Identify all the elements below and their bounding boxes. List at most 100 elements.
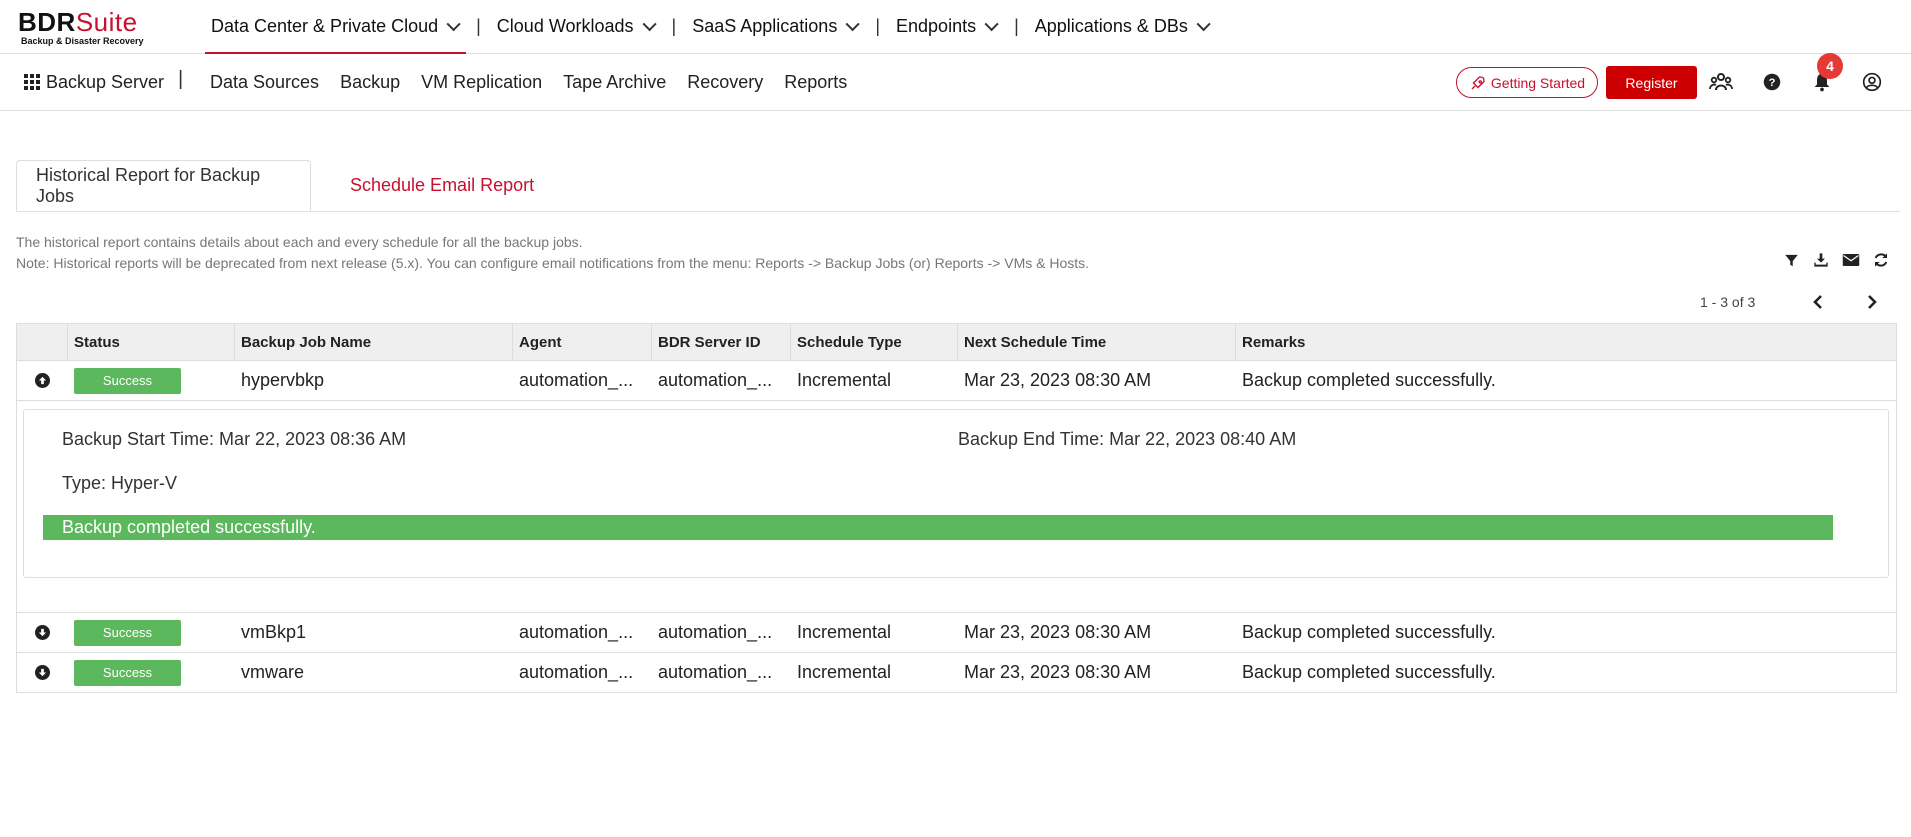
nav-label: Data Center & Private Cloud (211, 16, 439, 36)
note-line-1: The historical report contains details a… (16, 234, 583, 250)
nav-data-center[interactable]: Data Center & Private Cloud (205, 0, 467, 54)
nav-label: Cloud Workloads (496, 16, 634, 36)
column-header-agent[interactable]: Agent (513, 324, 652, 360)
status-badge: Success (74, 619, 181, 646)
backup-details: Backup Start Time: Mar 22, 2023 08:36 AM… (23, 409, 1889, 578)
bdrsuite-logo[interactable]: BDRSuite Backup & Disaster Recovery (18, 9, 144, 46)
subnav-data-sources[interactable]: Data Sources (210, 72, 319, 93)
chevron-down-icon (446, 16, 461, 31)
app-launcher[interactable]: Backup Server (24, 54, 164, 110)
table-row[interactable]: Success vmware automation_... automation… (17, 653, 1896, 692)
help-icon[interactable]: ? (1760, 70, 1784, 94)
module-separator: | (178, 68, 184, 90)
backup-start-time: Backup Start Time: Mar 22, 2023 08:36 AM (62, 429, 407, 449)
module-nav: Data Sources Backup VM Replication Tape … (210, 54, 868, 110)
column-header-schedule-type[interactable]: Schedule Type (791, 324, 958, 360)
product-nav: Data Center & Private Cloud | Cloud Work… (205, 0, 1216, 54)
nav-separator: | (671, 16, 677, 36)
job-name-cell: vmBkp1 (241, 622, 307, 642)
logo-brand-part1: BDR (18, 7, 76, 37)
logo-brand-part2: Suite (75, 7, 138, 37)
table-row[interactable]: Success vmBkp1 automation_... automation… (17, 613, 1896, 653)
schedule-type-cell: Incremental (797, 622, 892, 642)
success-message-bar: Backup completed successfully. (43, 515, 1833, 540)
nav-saas-applications[interactable]: SaaS Applications (686, 0, 865, 53)
agent-cell: automation_... (519, 622, 634, 642)
module-bar: Backup Server | Data Sources Backup VM R… (0, 54, 1911, 111)
column-header-remarks[interactable]: Remarks (1236, 324, 1896, 360)
server-id-cell: automation_... (658, 662, 773, 682)
remarks-cell: Backup completed successfully. (1242, 662, 1496, 682)
server-id-cell: automation_... (658, 622, 773, 642)
pagination-label: 1 - 3 of 3 (1700, 294, 1756, 310)
note-line-2: Note: Historical reports will be depreca… (16, 255, 1090, 271)
nav-label: Endpoints (896, 16, 977, 36)
filter-icon[interactable] (1781, 250, 1801, 270)
download-icon[interactable] (1811, 250, 1831, 270)
column-header-next-schedule[interactable]: Next Schedule Time (958, 324, 1236, 360)
nav-endpoints[interactable]: Endpoints (890, 0, 1004, 53)
tab-historical-report[interactable]: Historical Report for Backup Jobs (16, 160, 311, 211)
schedule-type-cell: Incremental (797, 370, 892, 390)
job-name-cell: vmware (241, 662, 305, 682)
status-badge: Success (74, 659, 181, 686)
table-header: Status Backup Job Name Agent BDR Server … (17, 324, 1896, 361)
nav-separator: | (476, 16, 481, 36)
agent-cell: automation_... (519, 662, 634, 682)
tab-schedule-email-report[interactable]: Schedule Email Report (331, 160, 553, 211)
report-notes: The historical report contains details a… (16, 232, 1089, 274)
next-schedule-cell: Mar 23, 2023 08:30 AM (964, 662, 1152, 682)
chevron-left-icon[interactable] (1808, 292, 1828, 312)
register-button[interactable]: Register (1606, 66, 1697, 99)
remarks-cell: Backup completed successfully. (1242, 622, 1496, 642)
column-header-server-id[interactable]: BDR Server ID (652, 324, 791, 360)
refresh-icon[interactable] (1871, 250, 1891, 270)
status-badge: Success (74, 367, 181, 394)
collapse-row-toggle[interactable] (17, 373, 68, 388)
column-header (17, 324, 68, 360)
subnav-recovery[interactable]: Recovery (687, 72, 763, 93)
subnav-vm-replication[interactable]: VM Replication (421, 72, 542, 93)
column-header-job-name[interactable]: Backup Job Name (235, 324, 513, 360)
subnav-backup[interactable]: Backup (340, 72, 400, 93)
getting-started-button[interactable]: Getting Started (1456, 67, 1598, 98)
logo-tagline: Backup & Disaster Recovery (21, 36, 144, 46)
chevron-down-icon (642, 16, 657, 31)
column-header-status[interactable]: Status (68, 324, 235, 360)
backup-type: Type: Hyper-V (62, 473, 178, 493)
subnav-reports[interactable]: Reports (784, 72, 847, 93)
email-icon[interactable] (1841, 250, 1861, 270)
schedule-type-cell: Incremental (797, 662, 892, 682)
getting-started-label: Getting Started (1490, 74, 1586, 91)
backup-end-time: Backup End Time: Mar 22, 2023 08:40 AM (958, 429, 1297, 449)
nav-label: SaaS Applications (692, 16, 838, 36)
row-detail-panel: Backup Start Time: Mar 22, 2023 08:36 AM… (17, 401, 1896, 613)
status-cell: Success (68, 367, 235, 394)
status-cell: Success (68, 659, 235, 686)
nav-applications-dbs[interactable]: Applications & DBs (1029, 0, 1216, 53)
report-tabs: Historical Report for Backup Jobs Schedu… (16, 160, 1900, 212)
notification-count-badge: 4 (1817, 53, 1843, 79)
apps-grid-icon (24, 74, 40, 90)
chevron-down-icon (1196, 16, 1211, 31)
nav-cloud-workloads[interactable]: Cloud Workloads (491, 0, 662, 53)
arrow-down-circle-icon (35, 625, 50, 640)
nav-label: Applications & DBs (1034, 16, 1188, 36)
expand-row-toggle[interactable] (17, 665, 68, 680)
team-icon[interactable] (1709, 70, 1733, 94)
next-schedule-cell: Mar 23, 2023 08:30 AM (964, 370, 1152, 390)
chevron-right-icon[interactable] (1862, 292, 1882, 312)
subnav-tape-archive[interactable]: Tape Archive (563, 72, 666, 93)
remarks-cell: Backup completed successfully. (1242, 370, 1496, 390)
server-id-cell: automation_... (658, 370, 773, 390)
arrow-up-circle-icon (35, 373, 50, 388)
agent-cell: automation_... (519, 370, 634, 390)
table-row[interactable]: Success hypervbkp automation_... automat… (17, 361, 1896, 401)
user-icon[interactable] (1860, 70, 1884, 94)
svg-text:?: ? (1769, 77, 1776, 89)
next-schedule-cell: Mar 23, 2023 08:30 AM (964, 622, 1152, 642)
chevron-down-icon (984, 16, 999, 31)
nav-separator: | (875, 16, 881, 36)
job-name-cell: hypervbkp (241, 370, 325, 390)
expand-row-toggle[interactable] (17, 625, 68, 640)
